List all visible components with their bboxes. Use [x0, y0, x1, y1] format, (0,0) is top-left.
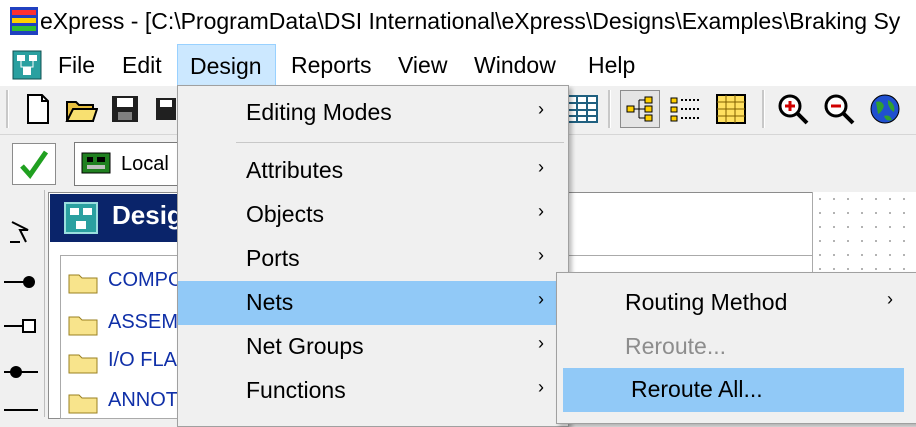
- menu-bar: File Edit Design Reports View Window Hel…: [0, 44, 916, 86]
- chevron-right-icon: ›: [538, 377, 544, 397]
- menu-item-reroute: Reroute...: [557, 325, 916, 369]
- document-menu-icon[interactable]: [12, 50, 42, 80]
- menu-item-label: Reroute All...: [631, 376, 763, 402]
- menu-separator: [236, 142, 564, 143]
- menu-item-nets[interactable]: Nets ›: [178, 281, 568, 325]
- chevron-right-icon: ›: [887, 289, 893, 309]
- design-menu-dropdown: Editing Modes › Attributes › Objects › P…: [177, 85, 569, 427]
- chevron-right-icon: ›: [538, 201, 544, 221]
- port-open-icon[interactable]: [4, 404, 38, 417]
- menu-item-label: Objects: [246, 201, 324, 227]
- chevron-right-icon: ›: [538, 289, 544, 309]
- menu-item-attributes[interactable]: Attributes ›: [178, 149, 568, 193]
- folder-icon: [68, 392, 98, 414]
- open-folder-icon[interactable]: [64, 92, 99, 126]
- grid-view-icon[interactable]: [714, 92, 748, 126]
- scope-combo[interactable]: Local: [74, 142, 186, 186]
- tree-item-label: COMPO: [108, 269, 184, 291]
- menu-item-editing-modes[interactable]: Editing Modes ›: [178, 91, 568, 135]
- port-circle-icon[interactable]: [4, 364, 38, 380]
- nets-submenu: Routing Method › Reroute... Reroute All.…: [556, 272, 916, 424]
- folder-icon: [68, 272, 98, 294]
- menu-view[interactable]: View: [386, 44, 459, 86]
- menu-item-ports[interactable]: Ports ›: [178, 237, 568, 281]
- chevron-right-icon: ›: [538, 157, 544, 177]
- print-icon[interactable]: [152, 92, 176, 126]
- menu-item-objects[interactable]: Objects ›: [178, 193, 568, 237]
- table-view-icon[interactable]: [565, 92, 599, 126]
- hierarchy-view-icon[interactable]: [620, 90, 660, 128]
- port-filled-icon[interactable]: [4, 274, 38, 290]
- menu-item-label: Functions: [246, 377, 346, 403]
- design-window-title: Desig: [112, 200, 183, 230]
- toolbar-separator: [608, 90, 611, 128]
- folder-icon: [68, 352, 98, 374]
- menu-item-label: Nets: [246, 289, 294, 315]
- menu-help[interactable]: Help: [576, 44, 647, 86]
- tree-item-label: ASSEM: [108, 311, 179, 333]
- toolbar-separator: [762, 90, 765, 128]
- menu-item-label: Routing Method: [625, 289, 788, 315]
- chevron-right-icon: ›: [538, 333, 544, 353]
- list-view-icon[interactable]: [668, 92, 702, 126]
- zoom-in-icon[interactable]: [776, 92, 810, 126]
- window-title: eXpress - [C:\ProgramData\DSI Internatio…: [40, 8, 901, 34]
- menu-item-functions[interactable]: Functions ›: [178, 369, 568, 413]
- menu-item-label: Attributes: [246, 157, 344, 183]
- menu-reports[interactable]: Reports: [279, 44, 384, 86]
- check-icon[interactable]: [12, 143, 56, 185]
- save-disk-icon[interactable]: [108, 92, 142, 126]
- menu-item-label: Editing Modes: [246, 99, 392, 125]
- menu-design[interactable]: Design: [177, 44, 276, 86]
- menu-item-net-groups[interactable]: Net Groups ›: [178, 325, 568, 369]
- toolbar-grip: [6, 90, 9, 128]
- folder-icon: [68, 314, 98, 336]
- globe-icon[interactable]: [868, 92, 902, 126]
- scope-combo-value: Local: [121, 153, 169, 175]
- chevron-right-icon: ›: [538, 245, 544, 265]
- tool-palette: [0, 190, 45, 417]
- zoom-out-icon[interactable]: [822, 92, 856, 126]
- menu-item-label: Net Groups: [246, 333, 364, 359]
- route-pointer-icon[interactable]: [6, 216, 38, 248]
- design-window-icon: [64, 202, 98, 234]
- menu-item-label: Reroute...: [625, 333, 726, 359]
- port-square-icon[interactable]: [4, 318, 38, 334]
- menu-file[interactable]: File: [46, 44, 107, 86]
- app-logo-icon: [10, 7, 38, 35]
- tree-item-label: ANNOT: [108, 389, 178, 411]
- menu-item-routing-method[interactable]: Routing Method ›: [557, 281, 916, 325]
- menu-window[interactable]: Window: [462, 44, 568, 86]
- chevron-right-icon: ›: [538, 99, 544, 119]
- menu-item-reroute-all[interactable]: Reroute All...: [563, 368, 904, 412]
- menu-edit[interactable]: Edit: [110, 44, 174, 86]
- new-file-icon[interactable]: [20, 92, 54, 126]
- tree-item-label: I/O FLA: [108, 349, 177, 371]
- menu-item-label: Ports: [246, 245, 300, 271]
- circuit-board-icon: [81, 151, 111, 175]
